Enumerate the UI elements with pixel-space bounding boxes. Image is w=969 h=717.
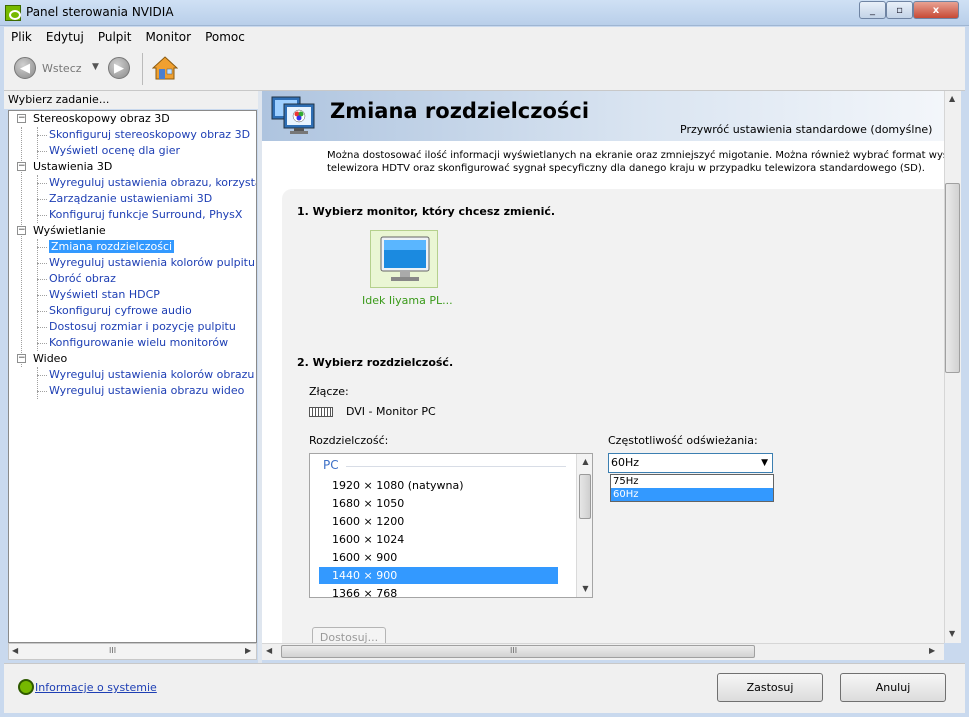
- toolbar-separator: [142, 53, 143, 85]
- tree-link-game-rating[interactable]: Wyświetl ocenę dla gier: [49, 143, 180, 159]
- maximize-button[interactable]: ▫: [886, 1, 913, 19]
- footer-bar: Informacje o systemie Zastosuj Anuluj: [4, 663, 965, 713]
- forward-arrow-icon[interactable]: ▶: [108, 57, 130, 79]
- apply-button[interactable]: Zastosuj: [717, 673, 823, 702]
- tree-link-multiple-displays[interactable]: Konfigurowanie wielu monitorów: [49, 335, 228, 351]
- toolbar: ◀ Wstecz ▼ ▶: [4, 47, 965, 91]
- resolution-option-selected[interactable]: 1440 × 900: [319, 567, 558, 584]
- collapse-icon[interactable]: −: [17, 354, 26, 363]
- selected-label: Zmiana rozdzielczości: [49, 240, 175, 253]
- collapse-icon[interactable]: −: [17, 226, 26, 235]
- menu-pulpit[interactable]: Pulpit: [91, 30, 139, 44]
- window-title: Panel sterowania NVIDIA: [26, 5, 174, 19]
- menu-monitor[interactable]: Monitor: [138, 30, 198, 44]
- content-vertical-scroll-thumb[interactable]: [945, 183, 960, 373]
- tree-link-surround-physx[interactable]: Konfiguruj funkcje Surround, PhysX: [49, 207, 242, 223]
- monitor-name[interactable]: Idek Iiyama PL...: [362, 294, 453, 307]
- tree-category-video[interactable]: − Wideo: [17, 351, 67, 367]
- cancel-button[interactable]: Anuluj: [840, 673, 946, 702]
- connector-value: DVI - Monitor PC: [346, 405, 436, 418]
- refresh-rate-value: 60Hz: [611, 456, 640, 469]
- step-1-heading: 1. Wybierz monitor, który chcesz zmienić…: [297, 205, 556, 218]
- connector-label: Złącze:: [309, 385, 349, 398]
- collapse-icon[interactable]: −: [17, 114, 26, 123]
- adjust-button[interactable]: Dostosuj...: [312, 627, 386, 643]
- scroll-up-icon[interactable]: ▲: [949, 94, 955, 103]
- scroll-thumb[interactable]: [579, 474, 591, 519]
- menu-pomoc[interactable]: Pomoc: [198, 30, 252, 44]
- dvi-connector-icon: [309, 407, 333, 417]
- resolution-option[interactable]: 1680 × 1050: [319, 495, 558, 512]
- refresh-rate-select[interactable]: 60Hz ▼: [608, 453, 773, 473]
- minimize-button[interactable]: _: [859, 1, 886, 19]
- system-info-icon[interactable]: [18, 679, 34, 695]
- resolution-option[interactable]: 1600 × 1024: [319, 531, 558, 548]
- resolution-group-header: PC: [323, 458, 339, 472]
- tree-link-digital-audio[interactable]: Skonfiguruj cyfrowe audio: [49, 303, 192, 319]
- scroll-grip-icon: III: [109, 646, 117, 655]
- menu-bar: Plik Edytuj Pulpit Monitor Pomoc: [4, 27, 965, 47]
- content-horizontal-scroll-thumb[interactable]: III: [281, 645, 755, 658]
- monitor-icon: [380, 236, 430, 281]
- collapse-icon[interactable]: −: [17, 162, 26, 171]
- page-banner: Zmiana rozdzielczości Przywróć ustawieni…: [262, 91, 944, 141]
- monitor-tile[interactable]: [370, 230, 438, 288]
- back-arrow-icon[interactable]: ◀: [14, 57, 36, 79]
- task-tree: − Stereoskopowy obraz 3D Skonfiguruj ster…: [8, 110, 257, 643]
- tree-link-adjust-image-preview[interactable]: Wyreguluj ustawienia obrazu, korzystając…: [49, 175, 256, 191]
- dropdown-arrow-icon[interactable]: ▼: [761, 454, 768, 472]
- history-dropdown-icon[interactable]: ▼: [92, 62, 99, 72]
- resolution-option[interactable]: 1366 × 768: [319, 585, 558, 597]
- scroll-down-icon[interactable]: ▼: [949, 629, 955, 638]
- nvidia-app-icon: [5, 5, 21, 21]
- home-icon[interactable]: [152, 55, 178, 81]
- scroll-down-icon[interactable]: ▼: [577, 584, 592, 593]
- group-divider: [346, 466, 566, 467]
- page-content: Można dostosować ilość informacji wyświe…: [262, 141, 944, 643]
- description-line-1: Można dostosować ilość informacji wyświe…: [327, 150, 944, 161]
- back-label[interactable]: Wstecz: [42, 62, 82, 75]
- refresh-option-selected[interactable]: 60Hz: [611, 488, 773, 501]
- settings-panel: 1. Wybierz monitor, który chcesz zmienić…: [282, 189, 944, 643]
- tree-link-video-color[interactable]: Wyreguluj ustawienia kolorów obrazu wide…: [49, 367, 256, 383]
- tree-category-display[interactable]: − Wyświetlanie: [17, 223, 106, 239]
- page-title: Zmiana rozdzielczości: [330, 99, 590, 123]
- tree-link-manage-3d-settings[interactable]: Zarządzanie ustawieniami 3D: [49, 191, 212, 207]
- step-2-heading: 2. Wybierz rozdzielczość.: [297, 356, 454, 369]
- task-tree-horizontal-scrollbar[interactable]: ◀ III ▶: [8, 643, 257, 660]
- display-settings-icon: [271, 96, 315, 134]
- resolution-option[interactable]: 1600 × 900: [319, 549, 558, 566]
- scroll-right-icon[interactable]: ▶: [245, 646, 251, 655]
- task-pane-heading: Wybierz zadanie...: [4, 91, 260, 109]
- restore-defaults-link[interactable]: Przywróć ustawienia standardowe (domyśln…: [680, 123, 932, 136]
- menu-plik[interactable]: Plik: [4, 30, 39, 44]
- tree-link-desktop-size[interactable]: Dostosuj rozmiar i pozycję pulpitu: [49, 319, 236, 335]
- tree-category-3d-settings[interactable]: − Ustawienia 3D: [17, 159, 112, 175]
- scroll-up-icon[interactable]: ▲: [577, 457, 592, 466]
- menu-edytuj[interactable]: Edytuj: [39, 30, 91, 44]
- scroll-left-icon[interactable]: ◀: [266, 646, 272, 655]
- tree-link-hdcp-status[interactable]: Wyświetl stan HDCP: [49, 287, 160, 303]
- tree-category-stereo-3d[interactable]: − Stereoskopowy obraz 3D: [17, 111, 170, 127]
- scroll-right-icon[interactable]: ▶: [929, 646, 935, 655]
- tree-link-configure-stereo-3d[interactable]: Skonfiguruj stereoskopowy obraz 3D: [49, 127, 250, 143]
- refresh-rate-dropdown-list: 75Hz 60Hz: [610, 474, 774, 502]
- tree-link-rotate-display[interactable]: Obróć obraz: [49, 271, 116, 287]
- resolution-list-scrollbar[interactable]: ▲ ▼: [576, 454, 592, 597]
- page-description: Można dostosować ilość informacji wyświe…: [327, 149, 944, 175]
- resolution-option[interactable]: 1600 × 1200: [319, 513, 558, 530]
- system-info-link[interactable]: Informacje o systemie: [35, 681, 157, 694]
- scroll-left-icon[interactable]: ◀: [12, 646, 18, 655]
- tree-link-desktop-color[interactable]: Wyreguluj ustawienia kolorów pulpitu: [49, 255, 255, 271]
- resolution-option[interactable]: 1920 × 1080 (natywna): [319, 477, 558, 494]
- resolution-label: Rozdzielczość:: [309, 434, 389, 447]
- scroll-grip-icon: III: [510, 646, 518, 655]
- refresh-rate-label: Częstotliwość odświeżania:: [608, 434, 758, 447]
- description-line-2: telewizora HDTV oraz skonfigurować sygna…: [327, 163, 925, 174]
- refresh-option[interactable]: 75Hz: [611, 475, 773, 488]
- close-button[interactable]: x: [913, 1, 959, 19]
- tree-link-change-resolution[interactable]: Zmiana rozdzielczości: [49, 239, 175, 255]
- resolution-list[interactable]: PC 1920 × 1080 (natywna) 1680 × 1050 160…: [309, 453, 593, 598]
- tree-link-video-image[interactable]: Wyreguluj ustawienia obrazu wideo: [49, 383, 244, 399]
